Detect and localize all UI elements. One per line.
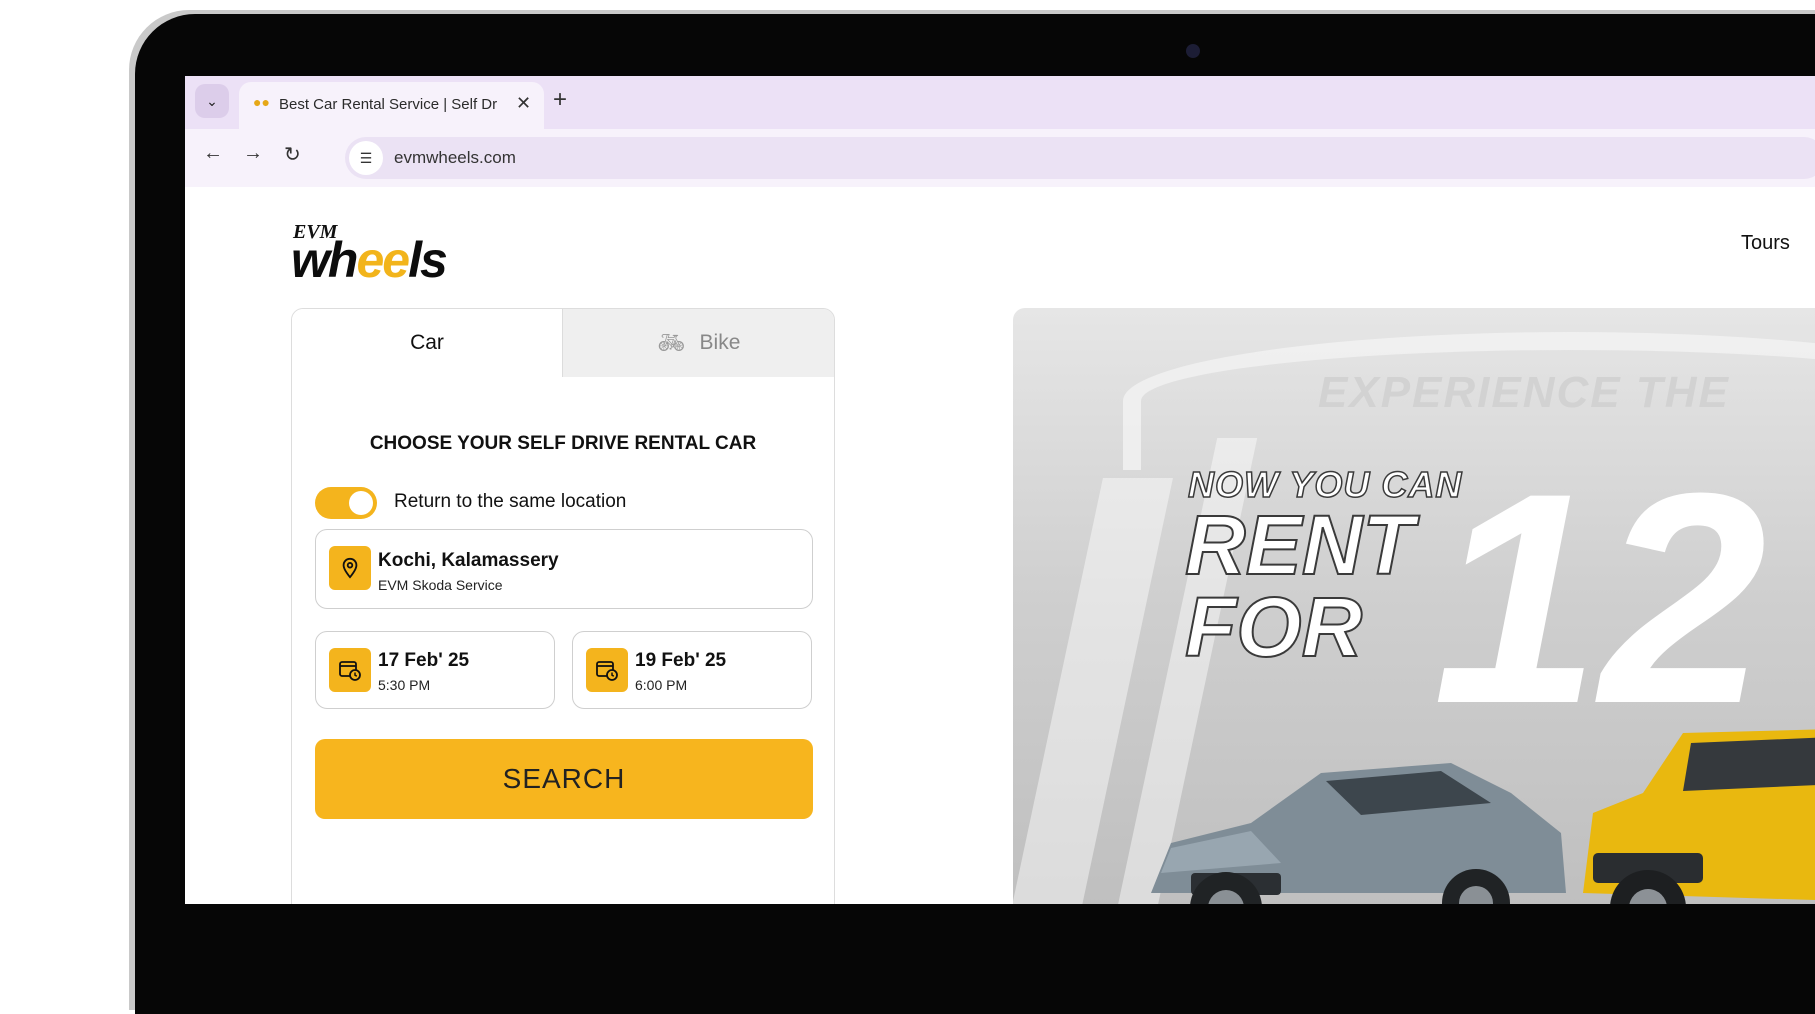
- browser-window: ⌄ ●● Best Car Rental Service | Self Dr ✕…: [185, 76, 1815, 904]
- site-settings-icon[interactable]: ☰: [349, 141, 383, 175]
- chevron-down-icon: ⌄: [206, 92, 218, 109]
- url-text: evmwheels.com: [394, 148, 516, 167]
- grey-sedan-image: [1151, 763, 1566, 904]
- tab-search-button[interactable]: ⌄: [195, 84, 229, 118]
- browser-tab-active[interactable]: ●● Best Car Rental Service | Self Dr ✕: [239, 82, 544, 129]
- banner-line-3: FOR: [1184, 580, 1363, 674]
- pickup-date: 17 Feb' 25: [378, 650, 470, 671]
- pickup-location-field[interactable]: Kochi, Kalamassery EVM Skoda Service: [315, 529, 813, 609]
- banner-headline: RENT FOR: [1184, 498, 1415, 674]
- logo-part-1: wh: [291, 232, 358, 288]
- dropoff-datetime-field[interactable]: 19 Feb' 25 6:00 PM: [572, 631, 812, 709]
- forward-icon[interactable]: →: [243, 142, 263, 165]
- bike-icon: 🚲︎: [657, 330, 686, 355]
- location-pin-icon: [329, 546, 371, 590]
- banner-line-2: RENT: [1184, 498, 1415, 592]
- search-button[interactable]: SEARCH: [315, 739, 813, 819]
- web-page: EVM wheels Tours Car 🚲︎ Bike CHOOSE YOUR…: [185, 187, 1815, 904]
- location-name: Kochi, Kalamassery: [378, 550, 559, 571]
- tab-bike[interactable]: 🚲︎ Bike: [562, 309, 834, 377]
- promo-banner[interactable]: EXPERIENCE THE 12 NOW YOU CAN RENT FOR: [1013, 308, 1815, 904]
- logo-part-2: ls: [408, 232, 448, 288]
- pickup-datetime-field[interactable]: 17 Feb' 25 5:30 PM: [315, 631, 555, 709]
- evm-wheels-logo[interactable]: EVM wheels: [291, 221, 471, 288]
- dropoff-date: 19 Feb' 25: [635, 650, 727, 671]
- tab-bike-label: Bike: [699, 331, 741, 354]
- favicon-icon: ●●: [253, 94, 270, 110]
- booking-panel: Car 🚲︎ Bike CHOOSE YOUR SELF DRIVE RENTA…: [291, 308, 835, 904]
- logo-wheels-text: wheels: [291, 231, 448, 289]
- same-location-label: Return to the same location: [394, 491, 627, 512]
- dropoff-time: 6:00 PM: [635, 677, 688, 693]
- close-icon[interactable]: ✕: [516, 93, 531, 114]
- browser-toolbar: ← → ↻ ☰ evmwheels.com: [185, 129, 1815, 188]
- tab-title: Best Car Rental Service | Self Dr: [279, 96, 498, 113]
- back-icon[interactable]: ←: [203, 142, 223, 165]
- address-bar[interactable]: ☰ evmwheels.com: [345, 137, 1815, 179]
- toggle-knob: [349, 491, 373, 515]
- reload-icon[interactable]: ↻: [284, 142, 301, 167]
- same-location-toggle[interactable]: [315, 487, 377, 519]
- tab-strip: ⌄ ●● Best Car Rental Service | Self Dr ✕…: [185, 76, 1815, 129]
- location-detail: EVM Skoda Service: [378, 577, 503, 593]
- logo-part-accent: ee: [356, 232, 410, 288]
- tab-car[interactable]: Car: [292, 309, 562, 377]
- calendar-clock-icon: [329, 648, 371, 692]
- nav-link-tours[interactable]: Tours: [1741, 232, 1790, 255]
- yellow-suv-image: [1583, 729, 1815, 904]
- pickup-time: 5:30 PM: [378, 677, 431, 693]
- banner-ghost-text: EXPERIENCE THE: [1318, 368, 1730, 417]
- calendar-clock-icon: [586, 648, 628, 692]
- webcam: [1186, 44, 1200, 58]
- booking-title: CHOOSE YOUR SELF DRIVE RENTAL CAR: [369, 433, 757, 454]
- tab-car-label: Car: [410, 331, 444, 354]
- new-tab-icon[interactable]: +: [553, 86, 567, 114]
